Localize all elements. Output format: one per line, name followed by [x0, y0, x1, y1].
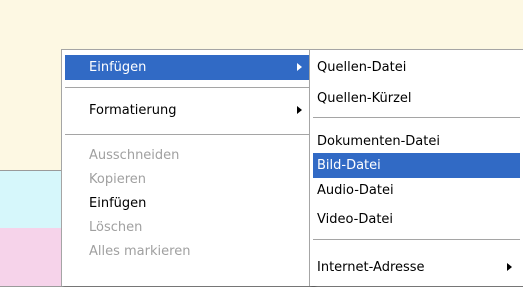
submenu-item-quellen-datei[interactable]: Quellen-Datei [313, 55, 520, 80]
menu-separator [313, 117, 520, 118]
menu-item-einfuegen[interactable]: Einfügen [65, 191, 310, 216]
menu-item-label: Ausschneiden [89, 148, 180, 163]
menu-separator [65, 87, 310, 88]
menu-item-ausschneiden[interactable]: Ausschneiden [65, 143, 310, 168]
submenu-item-internet-adresse[interactable]: Internet-Adresse [313, 255, 520, 280]
menu-item-label: Alles markieren [89, 244, 191, 259]
insert-submenu: Quellen-Datei Quellen-Kürzel Dokumenten-… [309, 49, 523, 286]
menu-item-alles-markieren[interactable]: Alles markieren [65, 239, 310, 264]
submenu-item-video-datei[interactable]: Video-Datei [313, 207, 520, 232]
submenu-item-bild-datei[interactable]: Bild-Datei [313, 153, 520, 178]
menu-item-label: Bild-Datei [317, 158, 381, 173]
menu-item-kopieren[interactable]: Kopieren [65, 167, 310, 192]
menu-item-label: Audio-Datei [317, 183, 394, 198]
menu-item-loeschen[interactable]: Löschen [65, 215, 310, 240]
menu-separator [313, 239, 520, 240]
menu-item-label: Internet-Adresse [317, 260, 425, 275]
submenu-item-dokumenten-datei[interactable]: Dokumenten-Datei [313, 129, 520, 154]
menu-item-label: Einfügen [89, 196, 147, 211]
menu-item-formatierung[interactable]: Formatierung [65, 98, 310, 123]
submenu-item-quellen-kuerzel[interactable]: Quellen-Kürzel [313, 86, 520, 111]
menu-item-label: Dokumenten-Datei [317, 134, 440, 149]
menu-item-label: Video-Datei [317, 212, 394, 227]
menu-item-label: Kopieren [89, 172, 146, 187]
submenu-arrow-icon [297, 106, 302, 114]
menu-item-einfuegen-submenu[interactable]: Einfügen [65, 55, 310, 80]
menu-item-label: Quellen-Datei [317, 60, 407, 75]
context-menu: Einfügen Formatierung Ausschneiden Kopie… [61, 49, 314, 286]
menu-item-label: Formatierung [89, 103, 177, 118]
menu-separator [65, 134, 310, 135]
menu-item-label: Quellen-Kürzel [317, 91, 412, 106]
submenu-item-audio-datei[interactable]: Audio-Datei [313, 178, 520, 203]
menu-item-label: Einfügen [89, 60, 147, 75]
submenu-arrow-icon [297, 63, 302, 71]
submenu-arrow-icon [507, 263, 512, 271]
menu-item-label: Löschen [89, 220, 143, 235]
